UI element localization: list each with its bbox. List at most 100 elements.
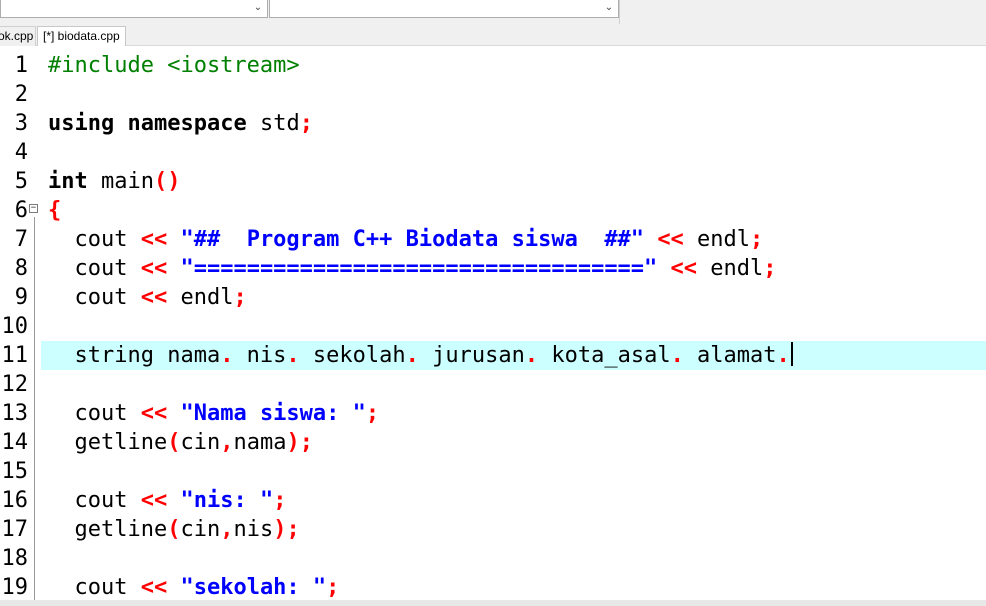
code-text: cout << "===============================… xyxy=(48,254,777,283)
code-text: using namespace std; xyxy=(48,109,313,138)
code-token: "==================================" xyxy=(180,256,658,281)
code-token: . xyxy=(524,343,539,368)
code-token: << xyxy=(140,401,168,426)
code-token: "nis: " xyxy=(180,488,274,513)
code-text: int main() xyxy=(48,167,180,196)
code-token: << xyxy=(140,285,168,310)
code-line[interactable]: cout << "===============================… xyxy=(0,254,986,283)
code-text: cout << "nis: "; xyxy=(48,486,286,515)
code-token: . xyxy=(286,343,300,368)
fold-collapse-icon[interactable]: − xyxy=(29,204,38,213)
code-line[interactable] xyxy=(0,544,986,573)
code-token: std xyxy=(246,111,300,136)
code-token: << xyxy=(140,575,168,600)
code-token: nis xyxy=(233,343,287,368)
code-token: cout xyxy=(48,575,141,600)
toolbar: ⌄ ⌄ xyxy=(0,0,986,24)
line-number: 11 xyxy=(1,343,29,368)
horizontal-scrollbar[interactable] xyxy=(0,600,986,606)
code-token: alamat xyxy=(683,343,777,368)
code-token: << xyxy=(657,227,684,252)
code-line[interactable] xyxy=(0,370,986,399)
code-token: . xyxy=(220,343,234,368)
code-text: cout << "sekolah: "; xyxy=(48,573,339,600)
code-token: int xyxy=(48,169,88,194)
code-token: ; xyxy=(326,575,340,600)
code-token: ; xyxy=(273,488,287,513)
code-token: jurusan xyxy=(418,343,525,368)
chevron-down-icon: ⌄ xyxy=(253,2,263,13)
code-token: << xyxy=(140,488,168,513)
code-token: ); xyxy=(286,430,313,455)
text-caret xyxy=(790,342,793,366)
code-token: ; xyxy=(763,256,777,281)
code-editor[interactable]: 1 #include <iostream> 2 3 using namespace st… xyxy=(0,47,986,600)
tab-ok-cpp[interactable]: ok.cpp xyxy=(0,26,36,46)
code-line[interactable] xyxy=(0,138,986,167)
code-line[interactable]: cout << endl; xyxy=(0,283,986,312)
code-text: #include <iostream> xyxy=(48,51,300,80)
code-token: cin xyxy=(180,517,221,542)
code-line[interactable]: using namespace std; xyxy=(0,109,986,138)
code-token: . xyxy=(670,343,684,368)
code-line[interactable]: getline(cin,nama); xyxy=(0,428,986,457)
code-token: ( xyxy=(167,430,181,455)
code-line[interactable] xyxy=(0,457,986,486)
code-token: ; xyxy=(365,401,380,426)
code-line[interactable]: { xyxy=(0,196,986,225)
code-token: cout xyxy=(48,227,141,252)
fold-guide xyxy=(34,217,35,600)
code-text: { xyxy=(48,196,61,225)
code-text: string nama. nis. sekolah. jurusan. kota… xyxy=(48,341,793,370)
code-token: cout xyxy=(48,401,141,426)
code-token: ; xyxy=(750,227,764,252)
code-line[interactable]: cout << "## Program C++ Biodata siswa ##… xyxy=(0,225,986,254)
code-token: . xyxy=(776,343,790,368)
code-token: . xyxy=(405,343,419,368)
code-token: cin xyxy=(180,430,221,455)
code-token: , xyxy=(220,517,234,542)
code-text: cout << "## Program C++ Biodata siswa ##… xyxy=(48,225,763,254)
code-token: << xyxy=(670,256,698,281)
code-token: << xyxy=(140,256,168,281)
code-line[interactable]: int main() xyxy=(0,167,986,196)
code-line[interactable]: cout << "nis: "; xyxy=(0,486,986,515)
code-token: cout xyxy=(48,285,141,310)
code-line[interactable]: getline(cin,nis); xyxy=(0,515,986,544)
code-token: , xyxy=(220,430,234,455)
code-token: cout xyxy=(48,488,141,513)
code-text: cout << endl; xyxy=(48,283,247,312)
code-text: cout << "Nama siswa: "; xyxy=(48,399,379,428)
code-token: << xyxy=(140,227,168,252)
code-token: kota_asal xyxy=(538,343,671,368)
code-text: getline(cin,nis); xyxy=(48,515,300,544)
code-token: "## Program C++ Biodata siswa ##" xyxy=(180,227,645,252)
current-code-line[interactable]: string nama. nis. sekolah. jurusan. kota… xyxy=(41,341,986,370)
code-token: "Nama siswa: " xyxy=(180,401,366,426)
tab-biodata-cpp[interactable]: [*] biodata.cpp xyxy=(37,26,126,46)
code-line[interactable]: #include <iostream> xyxy=(0,51,986,80)
code-line[interactable]: cout << "sekolah: "; xyxy=(0,573,986,600)
code-token: string nama xyxy=(48,343,221,368)
code-token: sekolah xyxy=(299,343,406,368)
code-line[interactable] xyxy=(0,80,986,109)
code-token: () xyxy=(153,169,181,194)
code-token: endl xyxy=(683,227,751,252)
code-token: cout xyxy=(48,256,141,281)
code-token: namespace xyxy=(127,111,247,136)
function-dropdown[interactable]: ⌄ xyxy=(269,0,619,18)
code-token: ; xyxy=(233,285,247,310)
code-line[interactable]: cout << "Nama siswa: "; xyxy=(0,399,986,428)
code-line[interactable] xyxy=(0,312,986,341)
code-token: getline xyxy=(48,517,168,542)
code-token: ); xyxy=(273,517,300,542)
code-token: "sekolah: " xyxy=(180,575,327,600)
code-token: using xyxy=(48,111,115,136)
class-dropdown[interactable]: ⌄ xyxy=(0,0,268,18)
